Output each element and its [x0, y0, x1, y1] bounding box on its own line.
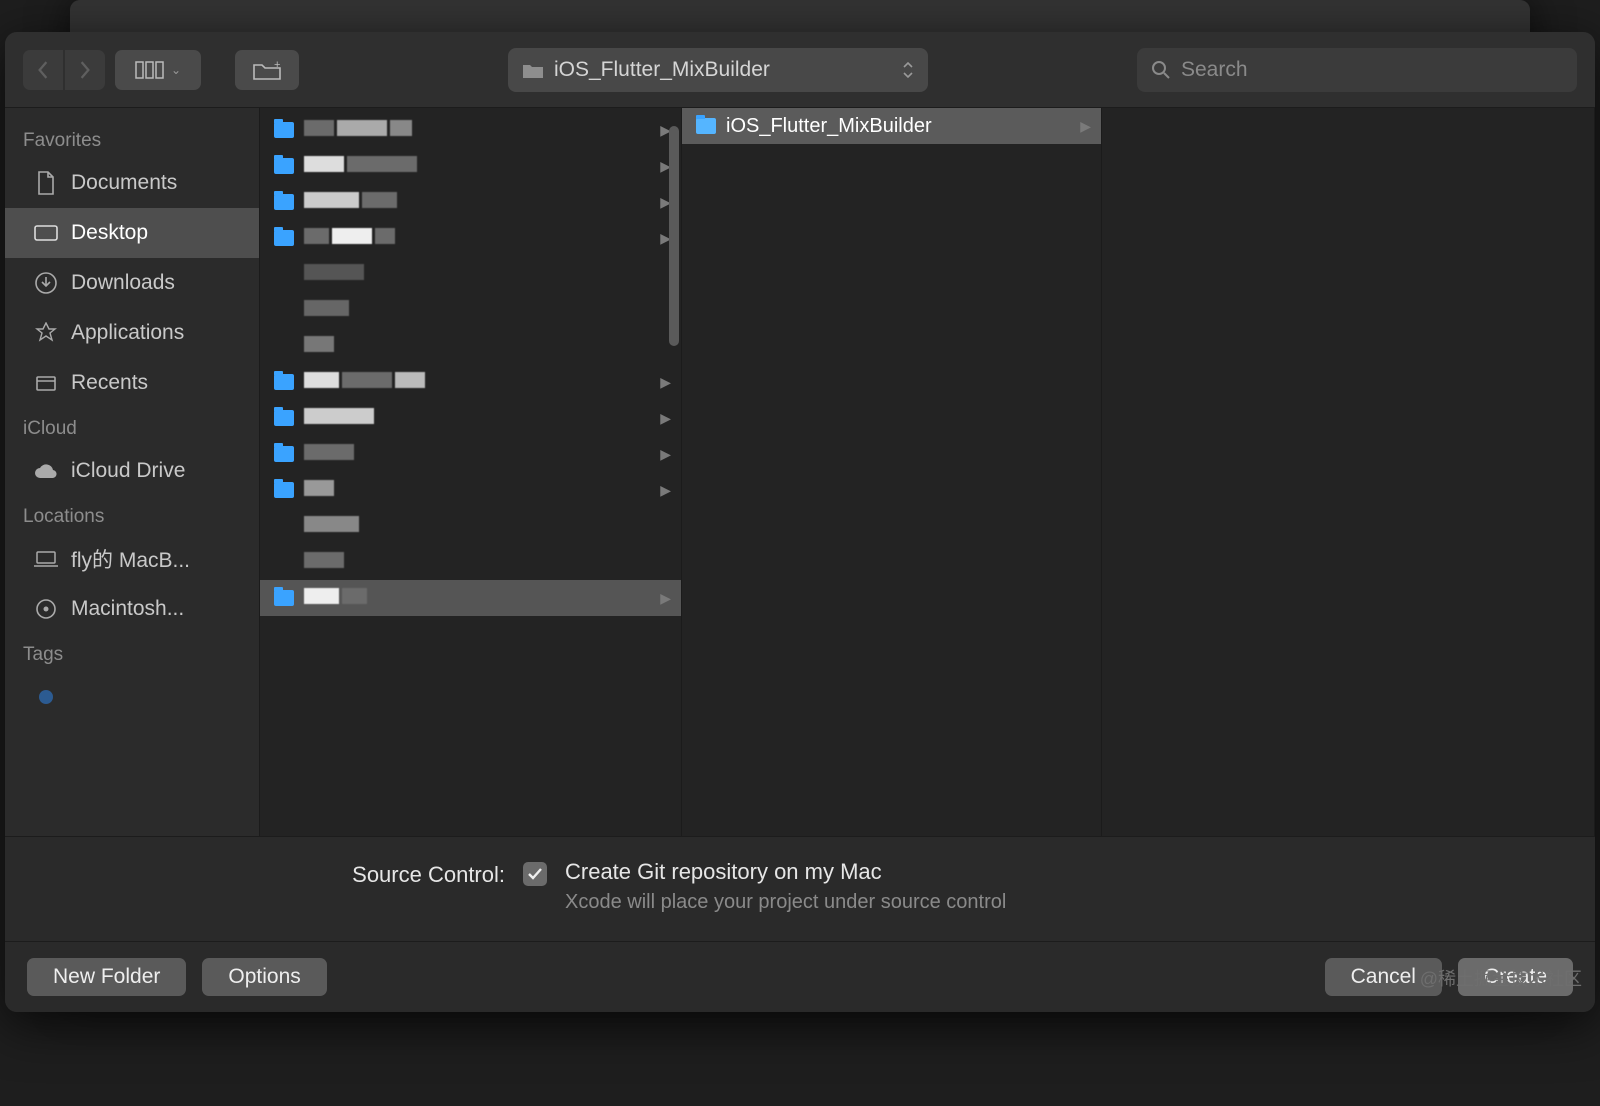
watermark: @稀土掘金技术社区 [1420, 965, 1582, 991]
folder-icon [522, 61, 544, 79]
list-item[interactable] [260, 328, 681, 364]
sidebar-item-macbook[interactable]: fly的 MacB... [5, 534, 259, 584]
path-label: iOS_Flutter_MixBuilder [554, 58, 770, 82]
chevron-up-down-icon [902, 61, 914, 79]
list-item[interactable] [260, 256, 681, 292]
folder-icon [274, 158, 294, 174]
chevron-right-icon: ▶ [1080, 118, 1091, 135]
list-item[interactable]: ▶ [260, 220, 681, 256]
folder-icon [274, 374, 294, 390]
sidebar: Favorites Documents Desktop Downloads Ap… [5, 108, 260, 836]
sidebar-item-label: fly的 MacB... [71, 544, 190, 574]
source-control-text: Create Git repository on my Mac Xcode wi… [565, 859, 1006, 914]
browser-column-1[interactable]: ▶ ▶ ▶ ▶ ▶ ▶ ▶ ▶ ▶ [260, 108, 682, 836]
cloud-icon [33, 458, 59, 484]
svg-text:+: + [274, 59, 280, 71]
sidebar-section-icloud: iCloud [5, 408, 259, 446]
file-browser: Favorites Documents Desktop Downloads Ap… [5, 108, 1595, 837]
toolbar: ⌄ + iOS_Flutter_MixBuilder Search [5, 32, 1595, 108]
view-mode-button[interactable]: ⌄ [115, 50, 201, 90]
downloads-icon [33, 270, 59, 296]
folder-icon [274, 446, 294, 462]
sidebar-item-label: Applications [71, 321, 184, 345]
sidebar-item-downloads[interactable]: Downloads [5, 258, 259, 308]
sidebar-item-tag[interactable] [5, 672, 259, 722]
sidebar-item-macintosh-hd[interactable]: Macintosh... [5, 584, 259, 634]
list-item[interactable] [260, 544, 681, 580]
list-item-selected[interactable]: iOS_Flutter_MixBuilder ▶ [682, 108, 1101, 144]
sidebar-item-label: Downloads [71, 271, 175, 295]
search-icon [1151, 60, 1171, 80]
new-folder-button[interactable]: New Folder [27, 958, 186, 996]
sidebar-item-icloud-drive[interactable]: iCloud Drive [5, 446, 259, 496]
list-item[interactable] [260, 292, 681, 328]
folder-icon [274, 410, 294, 426]
list-item[interactable]: ▶ [260, 472, 681, 508]
source-control-row: Source Control: Create Git repository on… [5, 837, 1595, 942]
desktop-icon [33, 220, 59, 246]
sidebar-item-desktop[interactable]: Desktop [5, 208, 259, 258]
path-popup[interactable]: iOS_Flutter_MixBuilder [508, 48, 928, 92]
forward-button[interactable] [65, 50, 105, 90]
list-item[interactable]: ▶ [260, 112, 681, 148]
sidebar-item-label: Recents [71, 371, 148, 395]
list-item[interactable]: ▶ [260, 148, 681, 184]
folder-icon [274, 230, 294, 246]
browser-column-3[interactable] [1102, 108, 1595, 836]
list-item[interactable]: ▶ [260, 400, 681, 436]
sidebar-item-label: iCloud Drive [71, 459, 185, 483]
back-button[interactable] [23, 50, 63, 90]
recents-icon [33, 370, 59, 396]
search-field[interactable]: Search [1137, 48, 1577, 92]
git-checkbox[interactable] [523, 862, 547, 886]
list-item[interactable]: ▶ [260, 184, 681, 220]
sidebar-item-documents[interactable]: Documents [5, 158, 259, 208]
git-checkbox-label: Create Git repository on my Mac [565, 859, 1006, 885]
list-item[interactable] [260, 508, 681, 544]
sidebar-item-label: Documents [71, 171, 177, 195]
sidebar-section-tags: Tags [5, 634, 259, 672]
folder-label: iOS_Flutter_MixBuilder [726, 115, 932, 138]
list-item[interactable]: ▶ [260, 580, 681, 616]
source-control-label: Source Control: [35, 859, 505, 888]
list-item[interactable]: ▶ [260, 364, 681, 400]
nav-back-forward [23, 50, 105, 90]
new-folder-toolbar-button[interactable]: + [235, 50, 299, 90]
document-icon [33, 170, 59, 196]
folder-icon [274, 122, 294, 138]
sidebar-item-recents[interactable]: Recents [5, 358, 259, 408]
sidebar-item-applications[interactable]: Applications [5, 308, 259, 358]
laptop-icon [33, 546, 59, 572]
disk-icon [33, 596, 59, 622]
sheet-bottom-bar: New Folder Options Cancel Create [5, 942, 1595, 1012]
folder-icon [274, 590, 294, 606]
browser-column-2[interactable]: iOS_Flutter_MixBuilder ▶ [682, 108, 1102, 836]
applications-icon [33, 320, 59, 346]
list-item[interactable]: ▶ [260, 436, 681, 472]
folder-icon [274, 482, 294, 498]
tag-dot-icon [33, 684, 59, 710]
sidebar-item-label: Desktop [71, 221, 148, 245]
save-sheet: ⌄ + iOS_Flutter_MixBuilder Search Favori… [5, 32, 1595, 1012]
sidebar-section-locations: Locations [5, 496, 259, 534]
folder-icon [696, 118, 716, 134]
source-control-subtext: Xcode will place your project under sour… [565, 891, 1006, 914]
sidebar-section-favorites: Favorites [5, 120, 259, 158]
sidebar-item-label: Macintosh... [71, 597, 184, 621]
folder-icon [274, 194, 294, 210]
search-placeholder: Search [1181, 58, 1248, 82]
options-button[interactable]: Options [202, 958, 326, 996]
scrollbar[interactable] [667, 116, 679, 828]
